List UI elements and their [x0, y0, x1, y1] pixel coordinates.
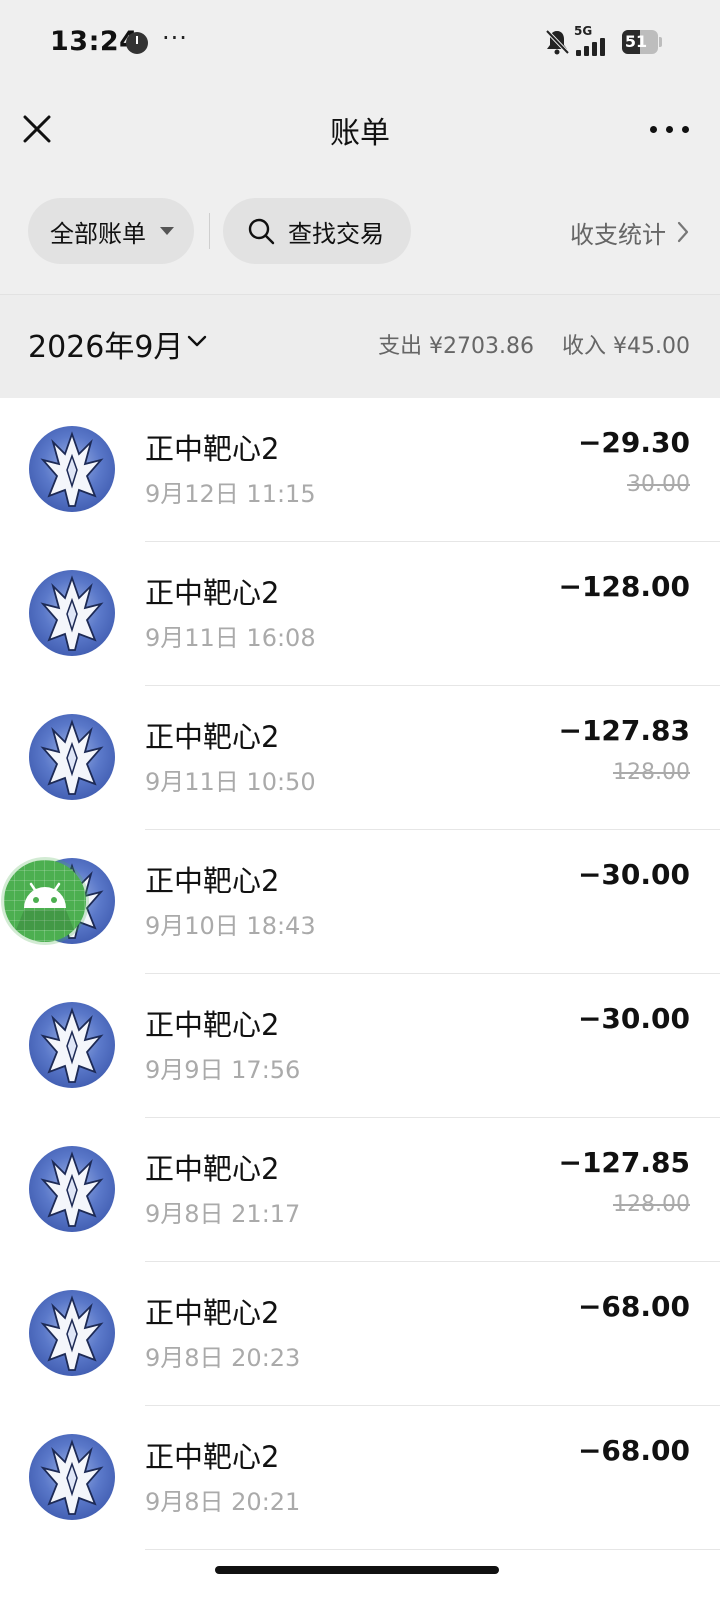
merchant-name: 正中靶心2 — [145, 1440, 280, 1474]
chevron-right-icon — [677, 221, 689, 243]
status-bar: 13:24 ··· 5G 51 — [0, 0, 720, 86]
transaction-row[interactable]: 正中靶心2 9月11日 16:08 −128.00 — [0, 542, 720, 686]
search-label: 查找交易 — [288, 220, 384, 248]
transaction-row[interactable]: 正中靶心2 9月10日 18:43 −30.00 — [0, 830, 720, 974]
month-summary-bar: 2026年9月 支出 ¥2703.86 收入 ¥45.00 — [0, 294, 720, 398]
android-icon — [16, 882, 74, 930]
transaction-amount: −30.00 — [577, 858, 690, 891]
transaction-amount: −68.00 — [577, 1290, 690, 1323]
mech-character-icon — [40, 1439, 104, 1515]
floating-assistant-button[interactable] — [4, 860, 86, 942]
transaction-date: 9月10日 18:43 — [145, 912, 316, 940]
mech-character-icon — [40, 431, 104, 507]
transaction-amount: −128.00 — [558, 570, 690, 603]
dropdown-caret-icon — [160, 227, 174, 235]
transaction-date: 9月9日 17:56 — [145, 1056, 301, 1084]
original-amount: 128.00 — [613, 760, 690, 785]
transaction-row[interactable]: 正中靶心2 9月8日 20:21 −68.00 — [0, 1406, 720, 1550]
filter-row: 全部账单 查找交易 收支统计 — [0, 198, 720, 266]
transaction-amount: −127.85 — [558, 1146, 690, 1179]
expense-total: 支出 ¥2703.86 — [378, 334, 535, 359]
transaction-amount: −29.30 — [577, 426, 690, 459]
transaction-amount: −127.83 — [558, 714, 690, 747]
income-total: 收入 ¥45.00 — [562, 334, 690, 359]
month-selector[interactable]: 2026年9月 — [28, 322, 183, 366]
mech-character-icon — [40, 575, 104, 651]
merchant-avatar — [29, 1002, 115, 1088]
merchant-avatar — [29, 1434, 115, 1520]
more-notifications-icon: ··· — [162, 24, 188, 52]
transaction-date: 9月11日 10:50 — [145, 768, 316, 796]
transaction-date: 9月8日 20:23 — [145, 1344, 301, 1372]
mech-character-icon — [40, 719, 104, 795]
all-bills-filter-button[interactable]: 全部账单 — [28, 198, 194, 264]
page-title: 账单 — [330, 116, 390, 151]
merchant-name: 正中靶心2 — [145, 864, 280, 898]
search-transactions-button[interactable]: 查找交易 — [223, 198, 411, 264]
merchant-avatar — [29, 426, 115, 512]
more-options-icon[interactable] — [650, 112, 690, 146]
battery-icon: 51 — [622, 30, 662, 54]
transaction-amount: −30.00 — [577, 1002, 690, 1035]
search-icon — [248, 218, 275, 245]
transaction-row[interactable]: 正中靶心2 9月11日 10:50 −127.83 128.00 — [0, 686, 720, 830]
clock-icon — [126, 32, 148, 54]
transaction-row[interactable]: 正中靶心2 9月8日 20:23 −68.00 — [0, 1262, 720, 1406]
transaction-date: 9月8日 20:21 — [145, 1488, 301, 1516]
merchant-name: 正中靶心2 — [145, 1008, 280, 1042]
battery-level: 51 — [624, 32, 648, 51]
signal-icon — [576, 36, 612, 56]
original-amount: 128.00 — [613, 1192, 690, 1217]
transaction-row[interactable]: 正中靶心2 9月12日 11:15 −29.30 30.00 — [0, 398, 720, 542]
stats-link[interactable]: 收支统计 — [570, 215, 666, 250]
mech-character-icon — [40, 1007, 104, 1083]
merchant-name: 正中靶心2 — [145, 720, 280, 754]
transaction-row[interactable]: 正中靶心2 9月8日 21:17 −127.85 128.00 — [0, 1118, 720, 1262]
merchant-avatar — [29, 1290, 115, 1376]
transaction-date: 9月8日 21:17 — [145, 1200, 301, 1228]
nav-bar: 账单 — [0, 86, 720, 172]
transaction-row[interactable]: 正中靶心2 9月9日 17:56 −30.00 — [0, 974, 720, 1118]
chevron-down-icon[interactable] — [186, 330, 208, 352]
merchant-avatar — [29, 1146, 115, 1232]
merchant-name: 正中靶心2 — [145, 1296, 280, 1330]
month-summary: 支出 ¥2703.86 收入 ¥45.00 — [378, 328, 690, 360]
merchant-name: 正中靶心2 — [145, 1152, 280, 1186]
merchant-avatar — [29, 570, 115, 656]
original-amount: 30.00 — [627, 472, 690, 497]
home-indicator[interactable] — [215, 1566, 499, 1574]
all-bills-label: 全部账单 — [50, 220, 146, 248]
row-divider — [145, 1549, 720, 1550]
merchant-name: 正中靶心2 — [145, 432, 280, 466]
transaction-date: 9月11日 16:08 — [145, 624, 316, 652]
merchant-avatar — [29, 714, 115, 800]
mech-character-icon — [40, 1151, 104, 1227]
merchant-name: 正中靶心2 — [145, 576, 280, 610]
transaction-amount: −68.00 — [577, 1434, 690, 1467]
mech-character-icon — [40, 1295, 104, 1371]
bell-muted-icon — [545, 29, 570, 55]
filter-divider — [209, 213, 210, 249]
transaction-date: 9月12日 11:15 — [145, 480, 316, 508]
